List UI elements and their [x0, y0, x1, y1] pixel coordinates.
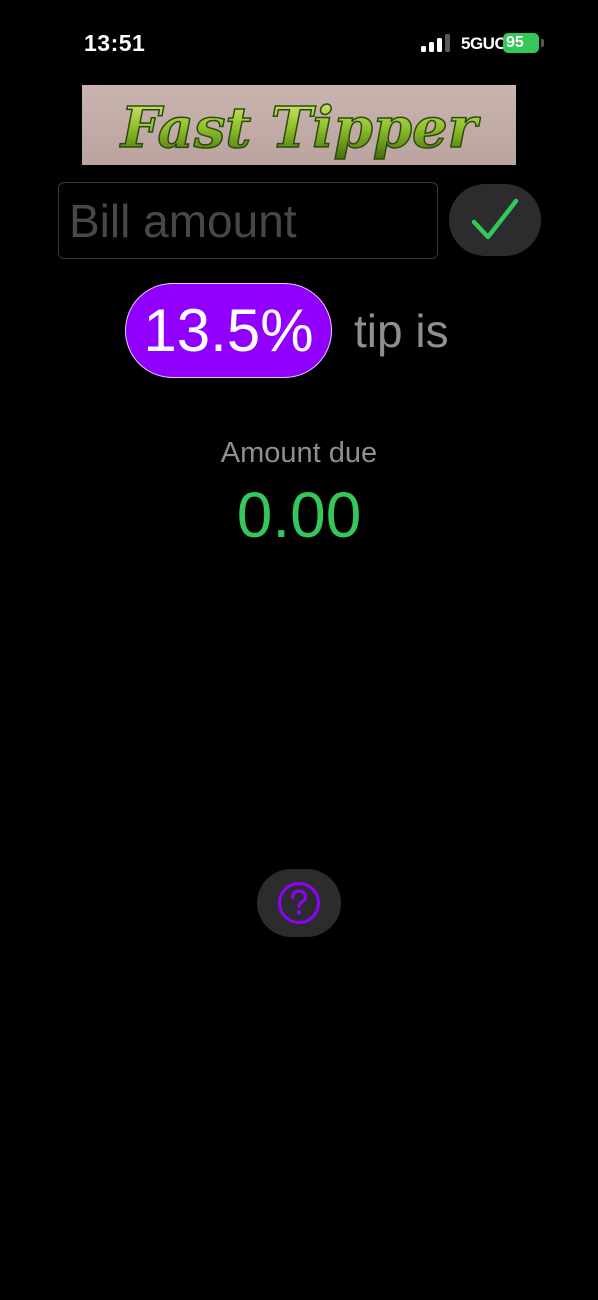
- network-type: 5GUC: [461, 34, 507, 53]
- confirm-button[interactable]: [449, 184, 541, 256]
- question-mark-icon: [278, 882, 320, 924]
- cellular-signal-icon: [421, 34, 453, 52]
- tip-label: tip is: [354, 305, 449, 357]
- checkmark-icon: [471, 198, 519, 240]
- bill-amount-input[interactable]: [58, 182, 438, 259]
- status-time: 13:51: [84, 30, 146, 56]
- battery-tip: [541, 39, 544, 47]
- amount-due-value: 0.00: [236, 479, 362, 551]
- logo-graphic: Fast Tipper: [118, 94, 481, 162]
- tip-percent-button[interactable]: 13.5%: [125, 283, 332, 378]
- amount-due-label: Amount due: [220, 437, 378, 469]
- battery-level: 95: [506, 34, 524, 51]
- logo-text: Fast Tipper: [119, 95, 481, 161]
- help-button[interactable]: [257, 869, 341, 937]
- status-bar: 13:51 5GUC 95: [0, 0, 598, 90]
- battery-icon: 95: [503, 33, 539, 53]
- app-logo: Fast Tipper: [82, 85, 516, 165]
